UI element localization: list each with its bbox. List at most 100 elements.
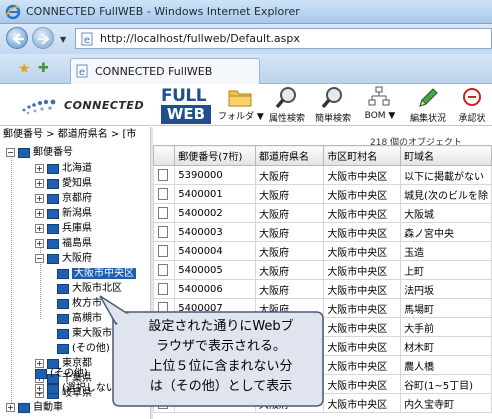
tree-node-hyogo[interactable]: + 兵庫県 bbox=[35, 221, 92, 236]
expand-icon[interactable]: + bbox=[6, 403, 15, 412]
document-icon bbox=[158, 169, 168, 181]
tree-node-fukushima[interactable]: + 福島県 bbox=[35, 236, 92, 251]
expand-icon[interactable]: + bbox=[35, 179, 44, 188]
table-row[interactable]: 5400002 大阪府 大阪市中央区 大阪城 bbox=[153, 203, 492, 223]
folder-icon bbox=[57, 283, 69, 294]
folder-icon bbox=[47, 223, 59, 234]
logo-text: CONNECTED bbox=[64, 99, 145, 112]
collapse-icon[interactable]: − bbox=[6, 148, 15, 157]
tree-node-takatsuki[interactable]: 高槻市 bbox=[57, 311, 102, 326]
svg-text:e: e bbox=[79, 67, 85, 78]
tree-node-osaka-chuo[interactable]: 大阪市中央区 bbox=[57, 266, 136, 281]
expand-icon[interactable]: + bbox=[35, 194, 44, 203]
table-cell: 大阪府 bbox=[255, 241, 325, 261]
tree-node-other[interactable]: (その他) bbox=[35, 366, 88, 381]
table-cell: 大阪府 bbox=[255, 279, 325, 299]
table-row[interactable]: 5400004 大阪府 大阪市中央区 玉造 bbox=[153, 241, 492, 261]
callout-pointer bbox=[99, 295, 130, 326]
folder-button[interactable]: フォルダ ▼ bbox=[218, 86, 264, 124]
fullweb-logo: FULL WEB bbox=[161, 86, 211, 124]
table-cell: 大阪府 bbox=[255, 222, 325, 242]
table-cell: 大阪城 bbox=[400, 203, 492, 223]
tree-node-osaka[interactable]: − 大阪府 bbox=[35, 251, 92, 266]
table-row[interactable]: 5400006 大阪府 大阪市中央区 法円坂 bbox=[153, 279, 492, 299]
edit-status-button[interactable]: 編集状況 bbox=[406, 86, 450, 124]
expand-icon[interactable]: + bbox=[35, 384, 44, 393]
pencil-icon bbox=[419, 88, 438, 107]
row-icon-cell bbox=[153, 279, 176, 299]
column-header[interactable]: 町域名 bbox=[400, 145, 492, 166]
table-cell: 法円坂 bbox=[400, 279, 492, 299]
table-cell: 大阪市中央区 bbox=[323, 222, 402, 242]
approval-status-button[interactable]: 承認状 bbox=[452, 86, 492, 124]
table-row[interactable]: 5400001 大阪府 大阪市中央区 城見(次のビルを除 bbox=[153, 184, 492, 204]
table-cell: 5390000 bbox=[174, 165, 257, 185]
tree-node-unselected[interactable]: + (選択しない) bbox=[35, 381, 120, 396]
folder-label: フォルダ ▼ bbox=[218, 112, 264, 122]
magnifier-icon bbox=[275, 87, 296, 109]
table-header-row: 郵便番号(7桁) 都道府県名 市区町村名 町域名 bbox=[153, 145, 492, 166]
table-cell: 5400006 bbox=[174, 279, 257, 299]
table-cell: 内久宝寺町 bbox=[400, 393, 492, 413]
column-header[interactable]: 市区町村名 bbox=[323, 145, 402, 166]
tree-node-niigata[interactable]: + 新潟県 bbox=[35, 206, 92, 221]
row-icon-cell bbox=[153, 222, 176, 242]
bom-button[interactable]: BOM ▼ bbox=[358, 86, 402, 124]
table-cell: 大阪市中央区 bbox=[323, 203, 402, 223]
table-cell: 5400004 bbox=[174, 241, 257, 261]
column-header[interactable]: 都道府県名 bbox=[255, 145, 325, 166]
callout-text: 設定された通りにWebブ ラウザで表示される。 上位５位に含まれない分 は（その… bbox=[126, 317, 316, 397]
folder-icon bbox=[57, 313, 69, 324]
document-icon bbox=[158, 245, 168, 257]
document-icon bbox=[158, 283, 168, 295]
browser-tab[interactable]: e CONNECTED FullWEB bbox=[70, 58, 260, 84]
tree-node-hirakata[interactable]: 枚方市 bbox=[57, 296, 102, 311]
connected-logo: CONNECTED bbox=[20, 95, 160, 117]
tree-node-postal-code[interactable]: − 郵便番号 bbox=[6, 145, 73, 160]
simple-search-button[interactable]: 簡単検索 bbox=[312, 86, 354, 124]
page-icon: e bbox=[81, 32, 93, 46]
tree-node-aichi[interactable]: + 愛知県 bbox=[35, 176, 92, 191]
bom-tree-icon bbox=[368, 86, 390, 106]
expand-icon[interactable]: + bbox=[35, 209, 44, 218]
folder-icon bbox=[228, 90, 252, 107]
address-input[interactable]: e http://localhost/fullweb/Default.aspx bbox=[75, 28, 492, 49]
expand-icon[interactable]: + bbox=[35, 164, 44, 173]
approval-stamp-icon bbox=[463, 88, 481, 106]
table-cell: 農人橋 bbox=[400, 355, 492, 375]
column-header[interactable]: 郵便番号(7桁) bbox=[174, 145, 257, 166]
icon-column-header[interactable] bbox=[153, 145, 176, 166]
table-row[interactable]: 5400005 大阪府 大阪市中央区 上町 bbox=[153, 260, 492, 280]
back-button[interactable] bbox=[6, 27, 28, 49]
table-cell: 玉造 bbox=[400, 241, 492, 261]
document-icon bbox=[158, 264, 168, 276]
tree-node-automobile[interactable]: + 自動車 bbox=[6, 400, 63, 415]
row-icon-cell bbox=[153, 165, 176, 185]
add-favorite-icon[interactable]: ✚ bbox=[38, 61, 49, 76]
collapse-icon[interactable]: − bbox=[35, 254, 44, 263]
tree-node-hokkaido[interactable]: + 北海道 bbox=[35, 161, 92, 176]
tree-node-kyoto[interactable]: + 京都府 bbox=[35, 191, 92, 206]
table-cell: 大阪市中央区 bbox=[323, 184, 402, 204]
table-cell: 大阪府 bbox=[255, 165, 325, 185]
folder-icon bbox=[47, 253, 59, 264]
forward-button[interactable] bbox=[32, 27, 54, 49]
favorites-star-icon[interactable]: ★ bbox=[18, 61, 31, 77]
folder-icon bbox=[47, 193, 59, 204]
expand-icon[interactable]: + bbox=[35, 239, 44, 248]
annotation-callout: 設定された通りにWebブ ラウザで表示される。 上位５位に含まれない分 は（その… bbox=[112, 311, 324, 409]
row-icon-cell bbox=[153, 241, 176, 261]
attribute-search-button[interactable]: 属性検索 bbox=[266, 86, 308, 124]
table-cell: 谷町(1~5丁目) bbox=[400, 374, 492, 394]
row-icon-cell bbox=[153, 184, 176, 204]
logo-dots-icon bbox=[22, 99, 56, 115]
tree-node-osaka-other[interactable]: (その他) bbox=[57, 341, 110, 356]
expand-icon[interactable]: + bbox=[35, 224, 44, 233]
table-row[interactable]: 5400003 大阪府 大阪市中央区 森ノ宮中央 bbox=[153, 222, 492, 242]
folder-icon bbox=[47, 178, 59, 189]
window-titlebar: CONNECTED FullWEB - Windows Internet Exp… bbox=[0, 0, 492, 24]
table-row[interactable]: 5390000 大阪府 大阪市中央区 以下に掲載がない bbox=[153, 165, 492, 185]
folder-icon bbox=[57, 268, 69, 279]
app-toolbar: CONNECTED FULL WEB フォルダ ▼ 属性検索 簡単検索 BOM … bbox=[0, 84, 492, 126]
history-dropdown-icon[interactable]: ▼ bbox=[60, 35, 66, 44]
